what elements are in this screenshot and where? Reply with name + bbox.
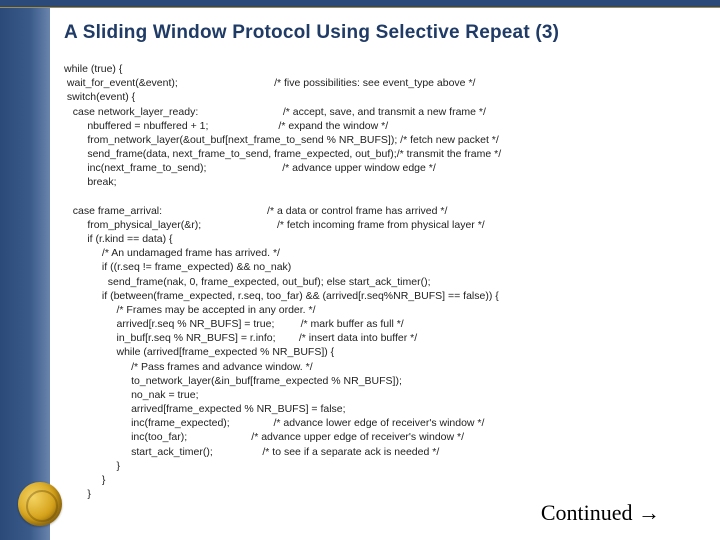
continued-label: Continued →	[541, 500, 660, 526]
code-listing: while (true) { wait_for_event(&event); /…	[64, 62, 700, 501]
seal-logo-icon	[18, 482, 62, 526]
top-accent-bar	[0, 0, 720, 8]
left-accent-bar	[0, 8, 50, 540]
slide-content: A Sliding Window Protocol Using Selectiv…	[50, 8, 710, 540]
slide-title: A Sliding Window Protocol Using Selectiv…	[64, 22, 700, 44]
